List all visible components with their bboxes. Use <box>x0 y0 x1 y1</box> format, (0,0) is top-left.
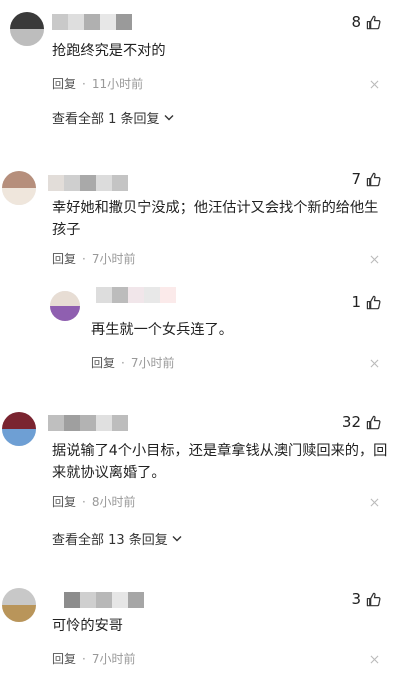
avatar-top <box>2 588 36 605</box>
view-all-replies-link[interactable]: 查看全部 13 条回复 <box>52 529 182 548</box>
mosaic-tile <box>68 14 84 30</box>
username-blurred[interactable] <box>52 14 132 30</box>
close-icon[interactable] <box>370 255 379 264</box>
username-blurred[interactable] <box>96 287 176 303</box>
thumbs-up-icon <box>366 15 381 29</box>
mosaic-tile <box>64 175 80 191</box>
mosaic-tile <box>96 592 112 608</box>
close-icon[interactable] <box>370 80 379 89</box>
like-button[interactable]: 7 <box>351 170 381 188</box>
avatar-bottom <box>2 188 36 205</box>
username-blurred[interactable] <box>48 415 128 431</box>
close-icon[interactable] <box>370 655 379 664</box>
mosaic-tile <box>128 592 144 608</box>
view-all-replies-link[interactable]: 查看全部 1 条回复 <box>52 108 174 127</box>
avatar-top <box>2 412 36 429</box>
timestamp: 7小时前 <box>91 652 136 666</box>
mosaic-tile <box>112 175 128 191</box>
like-count: 32 <box>341 413 361 431</box>
timestamp: 8小时前 <box>91 495 136 509</box>
username-blurred[interactable] <box>64 592 144 608</box>
timestamp: 7小时前 <box>91 252 136 266</box>
mosaic-tile <box>64 592 80 608</box>
mosaic-tile <box>80 592 96 608</box>
mosaic-tile <box>48 175 64 191</box>
like-button[interactable]: 3 <box>351 590 381 608</box>
like-count: 7 <box>351 170 361 188</box>
like-count: 1 <box>351 293 361 311</box>
separator-dot: · <box>82 651 86 666</box>
avatar-bottom <box>50 306 80 321</box>
close-icon[interactable] <box>370 359 379 368</box>
like-count: 8 <box>351 13 361 31</box>
mosaic-tile <box>96 175 112 191</box>
reply-button[interactable]: 回复 <box>52 250 76 267</box>
mosaic-tile <box>80 175 96 191</box>
mosaic-tile <box>96 415 112 431</box>
comment-meta: 回复 · 7小时前 <box>91 354 174 371</box>
comment-meta: 回复 · 7小时前 <box>52 250 135 267</box>
separator-dot: · <box>121 355 125 370</box>
avatar-top <box>10 12 44 29</box>
like-button[interactable]: 8 <box>351 13 381 31</box>
timestamp: 11小时前 <box>91 77 144 91</box>
chevron-down-icon <box>164 114 174 120</box>
mosaic-tile <box>52 14 68 30</box>
mosaic-tile <box>128 287 144 303</box>
avatar[interactable] <box>2 171 36 205</box>
mosaic-tile <box>112 592 128 608</box>
thumbs-up-icon <box>366 172 381 186</box>
avatar-bottom <box>10 29 44 46</box>
reply-button[interactable]: 回复 <box>52 75 76 92</box>
timestamp: 7小时前 <box>130 356 175 370</box>
thumbs-up-icon <box>366 415 381 429</box>
mosaic-tile <box>144 287 160 303</box>
thumbs-up-icon <box>366 295 381 309</box>
mosaic-tile <box>100 14 116 30</box>
comment-meta: 回复 · 8小时前 <box>52 493 135 510</box>
comment-meta: 回复 · 7小时前 <box>52 650 135 667</box>
mosaic-tile <box>80 415 96 431</box>
like-count: 3 <box>351 590 361 608</box>
separator-dot: · <box>82 76 86 91</box>
reply-button[interactable]: 回复 <box>91 354 115 371</box>
mosaic-tile <box>160 287 176 303</box>
comment-text: 可怜的安哥 <box>52 618 123 634</box>
avatar-bottom <box>2 429 36 446</box>
avatar-bottom <box>2 605 36 622</box>
mosaic-tile <box>96 287 112 303</box>
comment-text: 据说输了4个小目标，还是章拿钱从澳门赎回来的，回 来就协议离婚了。 <box>52 443 388 481</box>
mosaic-tile <box>48 415 64 431</box>
mosaic-tile <box>112 287 128 303</box>
comment-meta: 回复 · 11小时前 <box>52 75 143 92</box>
avatar[interactable] <box>10 12 44 46</box>
reply-button[interactable]: 回复 <box>52 493 76 510</box>
like-button[interactable]: 1 <box>351 293 381 311</box>
comment-text: 抢跑终究是不对的 <box>52 43 166 59</box>
username-blurred[interactable] <box>48 175 128 191</box>
chevron-down-icon <box>172 535 182 541</box>
avatar[interactable] <box>2 412 36 446</box>
avatar-top <box>50 291 80 306</box>
comment-text: 再生就一个女兵连了。 <box>91 322 233 338</box>
separator-dot: · <box>82 251 86 266</box>
like-button[interactable]: 32 <box>342 413 381 431</box>
view-all-replies-label: 查看全部 13 条回复 <box>52 533 168 548</box>
mosaic-tile <box>84 14 100 30</box>
mosaic-tile <box>112 415 128 431</box>
separator-dot: · <box>82 494 86 509</box>
avatar-top <box>2 171 36 188</box>
view-all-replies-label: 查看全部 1 条回复 <box>52 112 160 127</box>
mosaic-tile <box>64 415 80 431</box>
comment-text: 幸好她和撒贝宁没成；他汪估计又会找个新的给他生 孩子 <box>52 200 379 238</box>
mosaic-tile <box>116 14 132 30</box>
close-icon[interactable] <box>370 498 379 507</box>
avatar[interactable] <box>50 291 80 321</box>
avatar[interactable] <box>2 588 36 622</box>
reply-button[interactable]: 回复 <box>52 650 76 667</box>
thumbs-up-icon <box>366 592 381 606</box>
